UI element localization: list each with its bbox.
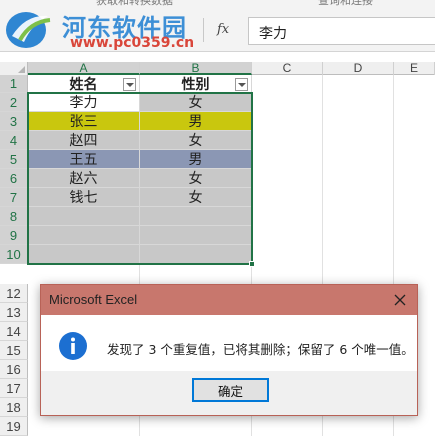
dialog-title: Microsoft Excel: [49, 292, 138, 307]
row-header-4[interactable]: 4: [0, 131, 28, 150]
dialog-titlebar[interactable]: Microsoft Excel: [41, 285, 417, 315]
ribbon-group-label: 查询和连接: [318, 0, 373, 7]
row-header-10[interactable]: 10: [0, 245, 28, 264]
cell-b8[interactable]: [140, 207, 252, 226]
row-header-7[interactable]: 7: [0, 188, 28, 207]
formula-input[interactable]: 李力: [248, 17, 435, 45]
ok-button[interactable]: 确定: [192, 378, 269, 402]
column-header-d[interactable]: D: [323, 62, 394, 75]
row-header-12[interactable]: 12: [0, 284, 28, 303]
row-header-2[interactable]: 2: [0, 93, 28, 112]
select-all-corner[interactable]: [0, 62, 28, 75]
row-header-17[interactable]: 17: [0, 379, 28, 398]
row-header-14[interactable]: 14: [0, 322, 28, 341]
cell-a5[interactable]: 王五: [28, 150, 140, 169]
row-header-8[interactable]: 8: [0, 207, 28, 226]
cell-b4[interactable]: 女: [140, 131, 252, 150]
filter-dropdown-icon[interactable]: [123, 78, 136, 91]
cell-a2[interactable]: 李力: [28, 93, 140, 112]
cell-b2[interactable]: 女: [140, 93, 252, 112]
cell-a1[interactable]: 姓名: [28, 75, 140, 93]
cell-b9[interactable]: [140, 226, 252, 245]
cell-a10[interactable]: [28, 245, 140, 264]
column-header-c[interactable]: C: [252, 62, 323, 75]
row-header-5[interactable]: 5: [0, 150, 28, 169]
cell-b5[interactable]: 男: [140, 150, 252, 169]
cell-a9[interactable]: [28, 226, 140, 245]
formula-divider: [203, 18, 204, 42]
cell-b10[interactable]: [140, 245, 252, 264]
fill-handle[interactable]: [249, 261, 255, 267]
close-icon[interactable]: [387, 287, 413, 313]
fx-icon[interactable]: fx: [217, 22, 229, 37]
header-gender-label: 性别: [181, 76, 210, 93]
cell-a3[interactable]: 张三: [28, 112, 140, 131]
row-header-1[interactable]: 1: [0, 75, 28, 93]
dialog-footer: 确定: [41, 371, 417, 415]
message-dialog: Microsoft Excel 发现了 3 个重复值，已将其删除；保留了 6 个…: [40, 284, 418, 416]
cell-a4[interactable]: 赵四: [28, 131, 140, 150]
row-header-19[interactable]: 19: [0, 417, 28, 436]
column-header-e[interactable]: E: [394, 62, 435, 75]
cell-b6[interactable]: 女: [140, 169, 252, 188]
cell-a8[interactable]: [28, 207, 140, 226]
cell-b1[interactable]: 性别: [140, 75, 252, 93]
column-header-row: A B C D E: [0, 62, 435, 75]
cell-a6[interactable]: 赵六: [28, 169, 140, 188]
row-header-6[interactable]: 6: [0, 169, 28, 188]
filter-dropdown-icon[interactable]: [235, 78, 248, 91]
info-icon: [59, 332, 87, 360]
row-header-18[interactable]: 18: [0, 398, 28, 417]
formula-bar-area: 获取和转换数据 查询和连接 河东软件园 www.pc0359.cn fx 李力: [0, 0, 435, 52]
row-header-15[interactable]: 15: [0, 341, 28, 360]
watermark-logo-icon: [6, 12, 51, 48]
row-header-13[interactable]: 13: [0, 303, 28, 322]
row-header-16[interactable]: 16: [0, 360, 28, 379]
row-header-9[interactable]: 9: [0, 226, 28, 245]
watermark-url: www.pc0359.cn: [70, 35, 195, 51]
cell-b3[interactable]: 男: [140, 112, 252, 131]
row-header-3[interactable]: 3: [0, 112, 28, 131]
cell-a7[interactable]: 钱七: [28, 188, 140, 207]
dialog-body: 发现了 3 个重复值，已将其删除；保留了 6 个唯一值。: [41, 315, 417, 371]
header-name-label: 姓名: [69, 76, 98, 93]
cell-b7[interactable]: 女: [140, 188, 252, 207]
watermark: 河东软件园 www.pc0359.cn: [0, 4, 210, 51]
dialog-message: 发现了 3 个重复值，已将其删除；保留了 6 个唯一值。: [107, 342, 414, 357]
